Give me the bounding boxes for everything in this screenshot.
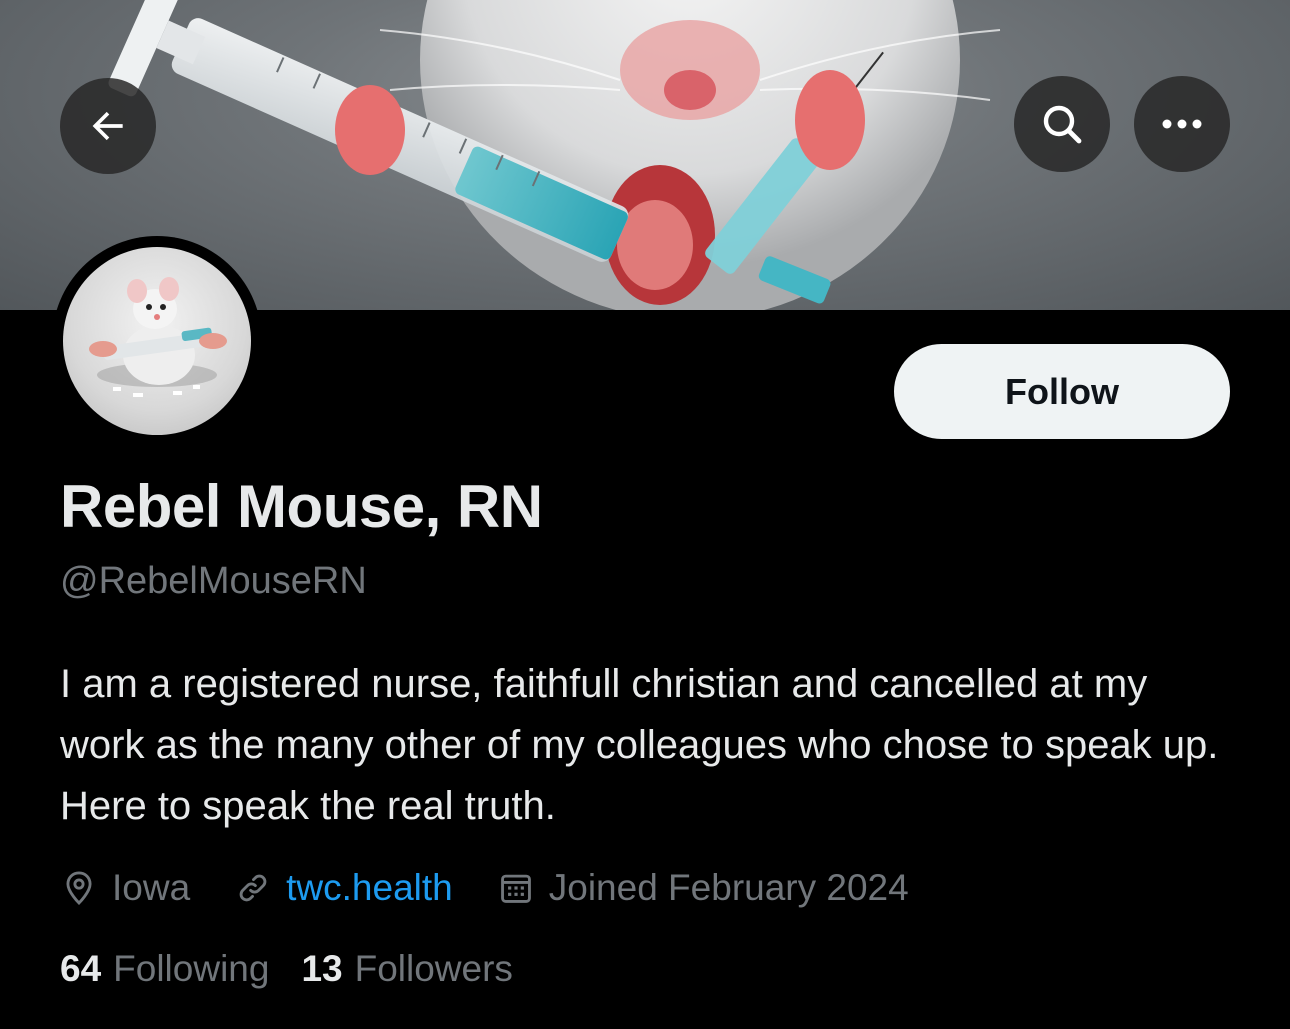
profile-meta: Iowa twc.health Joined February 2024	[60, 862, 909, 914]
search-button[interactable]	[1014, 76, 1110, 172]
following-label: Following	[113, 948, 270, 989]
following-count: 64	[60, 948, 102, 989]
joined-item: Joined February 2024	[497, 867, 909, 909]
back-arrow-icon	[92, 111, 123, 141]
following-stat[interactable]: 64 Following	[60, 948, 269, 990]
profile-stats: 64 Following 13 Followers	[60, 948, 545, 990]
calendar-icon	[500, 874, 531, 903]
profile-page: Follow Rebel Mouse, RN @RebelMouseRN I a…	[0, 0, 1290, 1029]
profile-bio: I am a registered nurse, faithfull chris…	[60, 662, 1219, 828]
search-icon	[1043, 105, 1082, 144]
follow-button[interactable]: Follow	[894, 344, 1230, 439]
link-icon	[239, 874, 267, 902]
location-pin-icon	[66, 871, 92, 906]
website-item[interactable]: twc.health	[234, 867, 453, 909]
profile-avatar[interactable]	[52, 236, 262, 446]
joined-text: Joined February 2024	[548, 867, 909, 908]
display-name: Rebel Mouse, RN	[60, 473, 543, 540]
back-button[interactable]	[60, 78, 156, 174]
followers-count: 13	[301, 948, 343, 989]
avatar-image	[63, 247, 251, 435]
more-icon	[1162, 119, 1202, 129]
location-item: Iowa	[60, 867, 190, 909]
more-options-button[interactable]	[1134, 76, 1230, 172]
location-text: Iowa	[112, 867, 191, 908]
followers-label: Followers	[354, 948, 513, 989]
user-handle: @RebelMouseRN	[60, 560, 367, 602]
website-link[interactable]: twc.health	[286, 867, 453, 909]
followers-stat[interactable]: 13 Followers	[301, 948, 512, 990]
